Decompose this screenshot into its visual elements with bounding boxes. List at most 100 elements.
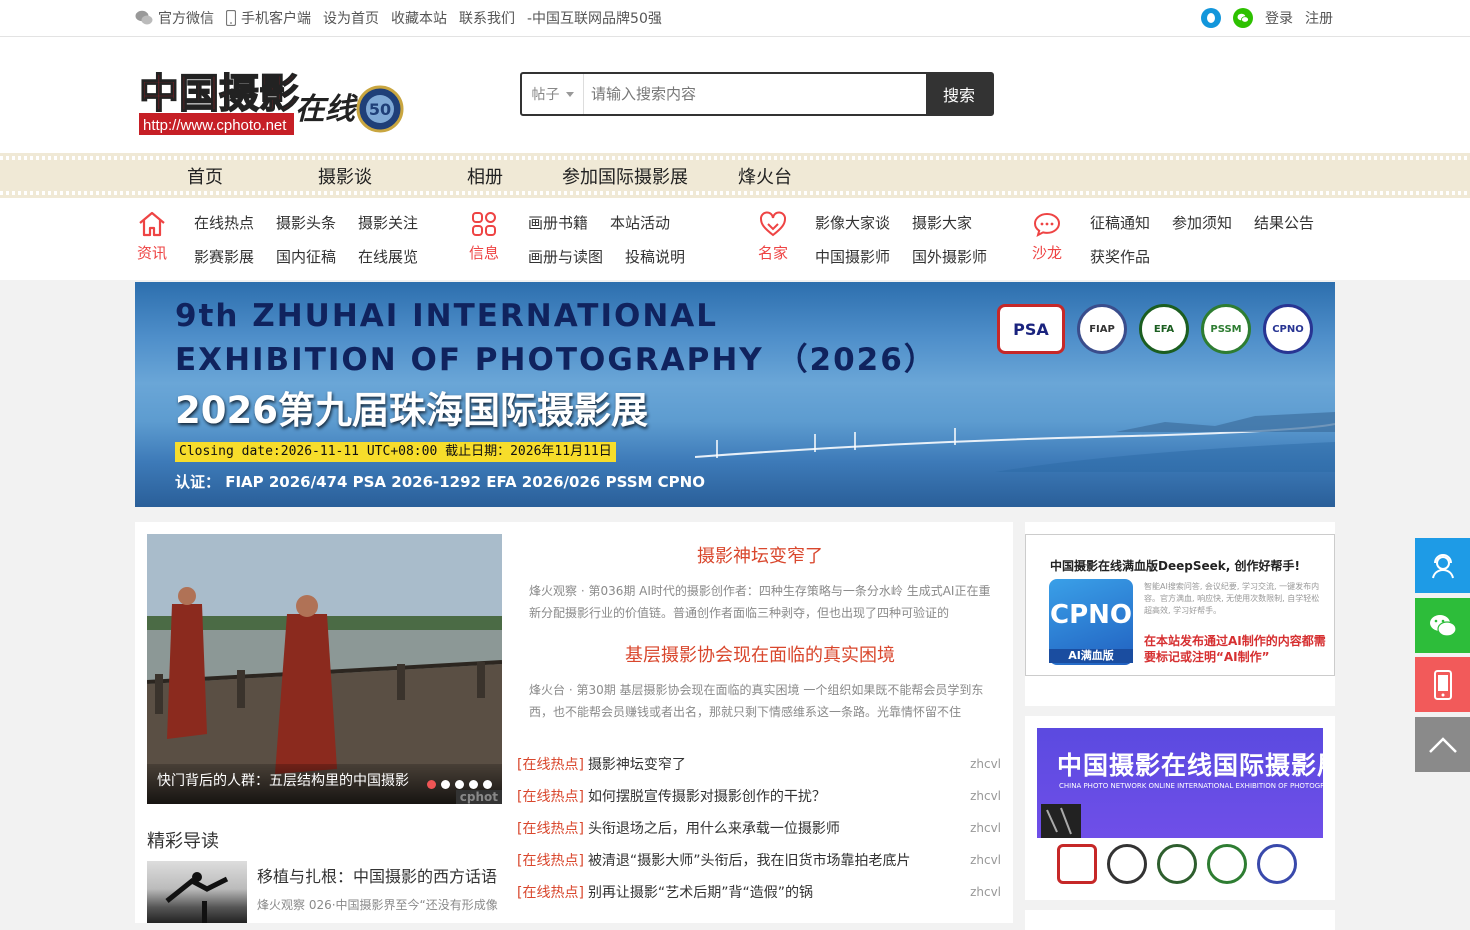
mobile-icon — [1433, 669, 1452, 700]
category-link[interactable]: 投稿说明 — [625, 246, 685, 267]
float-mobile-button[interactable] — [1415, 657, 1470, 712]
category-link[interactable]: 摄影关注 — [358, 212, 418, 233]
category-info-button[interactable]: 信息 — [467, 210, 501, 263]
brand-link[interactable]: -中国互联网品牌50强 — [527, 8, 662, 28]
register-link[interactable]: 注册 — [1305, 8, 1333, 28]
category-link[interactable]: 国内征稿 — [276, 246, 336, 267]
list-item-tag[interactable]: [在线热点] — [517, 882, 584, 902]
category-link[interactable]: 中国摄影师 — [815, 246, 890, 267]
category-link[interactable]: 画册书籍 — [528, 212, 588, 233]
contact-link[interactable]: 联系我们 — [459, 8, 515, 28]
slideshow-dots — [427, 780, 492, 789]
category-link[interactable]: 本站活动 — [610, 212, 670, 233]
search-button[interactable]: 搜索 — [926, 74, 992, 114]
slide-dot[interactable] — [441, 780, 450, 789]
nav-item-beacon[interactable]: 烽火台 — [738, 163, 792, 189]
search-input[interactable] — [584, 74, 926, 114]
slide-dot[interactable] — [455, 780, 464, 789]
site-logo[interactable]: 中国摄影 在线 http://www.cphoto.net 50 — [137, 70, 405, 141]
list-item-tag[interactable]: [在线热点] — [517, 818, 584, 838]
list-item-title[interactable]: 摄影神坛变窄了 — [588, 754, 686, 774]
list-item-title[interactable]: 如何摆脱宣传摄影对摄影创作的干扰？ — [588, 786, 826, 806]
mobile-client-label[interactable]: 手机客户端 — [241, 8, 311, 28]
exhibition-banner[interactable]: 9th ZHUHAI INTERNATIONAL EXHIBITION OF P… — [135, 282, 1335, 507]
list-item[interactable]: [在线热点] 如何摆脱宣传摄影对摄影创作的干扰？ zhcvl — [517, 780, 1003, 812]
category-link[interactable]: 国外摄影师 — [912, 246, 987, 267]
headline-title[interactable]: 基层摄影协会现在面临的真实困境 — [517, 641, 1003, 667]
nav-item-intl-exhibition[interactable]: 参加国际摄影展 — [562, 163, 688, 189]
headline-desc: 烽火观察 · 第036期 AI时代的摄影创作者：四种生存策略与一条分水岭 生成式… — [529, 584, 991, 620]
ad2-seals — [1057, 844, 1297, 884]
slide-dot[interactable] — [469, 780, 478, 789]
main-content: 快门背后的人群：五层结构里的中国摄影 cphot 摄影神坛变窄了 烽火观察 · … — [135, 522, 1013, 923]
wechat-icon — [1429, 614, 1457, 637]
category-link[interactable]: 画册与读图 — [528, 246, 603, 267]
list-item[interactable]: [在线热点] 摄影神坛变窄了 zhcvl — [517, 748, 1003, 780]
list-item[interactable]: [在线热点] 被清退“摄影大师”头衔后，我在旧货市场靠拍老底片 zhcvl — [517, 844, 1003, 876]
list-item-title[interactable]: 被清退“摄影大师”头衔后，我在旧货市场靠拍老底片 — [588, 850, 911, 870]
list-item-tag[interactable]: [在线热点] — [517, 754, 584, 774]
slide-dot[interactable] — [483, 780, 492, 789]
header: 中国摄影 在线 http://www.cphoto.net 50 帖子 搜索 — [0, 37, 1470, 153]
logo-url: http://www.cphoto.net — [143, 117, 287, 134]
ad-notice: 在本站发布通过AI制作的内容都需要标记或注明“AI制作” — [1144, 634, 1326, 664]
mobile-client-link[interactable]: 手机客户端 — [226, 8, 311, 28]
search-scope-select[interactable]: 帖子 — [522, 74, 584, 114]
nav-item-talk[interactable]: 摄影谈 — [318, 163, 372, 189]
psa-seal-icon: PSA — [997, 304, 1065, 354]
nav-item-home[interactable]: 首页 — [187, 163, 223, 189]
cpno-seal-icon — [1257, 844, 1297, 884]
category-link[interactable]: 在线展览 — [358, 246, 418, 267]
pssm-seal-icon — [1207, 844, 1247, 884]
list-item[interactable]: [在线热点] 别再让摄影“艺术后期”背“造假”的锅 zhcvl — [517, 876, 1003, 908]
featured-slideshow[interactable]: 快门背后的人群：五层结构里的中国摄影 cphot — [147, 534, 502, 804]
nav-item-album[interactable]: 相册 — [467, 163, 503, 189]
list-item-title[interactable]: 别再让摄影“艺术后期”背“造假”的锅 — [588, 882, 813, 902]
bridge-illustration — [695, 412, 1335, 472]
guide-title[interactable]: 移植与扎根：中国摄影的西方话语 — [257, 863, 497, 887]
category-link[interactable]: 摄影头条 — [276, 212, 336, 233]
headline-2: 基层摄影协会现在面临的真实困境 烽火台 · 第30期 基层摄影协会现在面临的真实… — [517, 641, 1003, 723]
category-link[interactable]: 参加须知 — [1172, 212, 1232, 233]
category-link[interactable]: 在线热点 — [194, 212, 254, 233]
headline-title[interactable]: 摄影神坛变窄了 — [517, 542, 1003, 568]
headline-1: 摄影神坛变窄了 烽火观察 · 第036期 AI时代的摄影创作者：四种生存策略与一… — [517, 542, 1003, 624]
sidebar-panel — [1025, 910, 1335, 930]
slide-dot[interactable] — [427, 780, 436, 789]
banner-seals: PSA FIAP EFA PSSM CPNO — [997, 304, 1313, 354]
list-item[interactable]: [在线热点] 头衔退场之后，用什么来承载一位摄影师 zhcvl — [517, 812, 1003, 844]
official-wechat-link[interactable]: 官方微信 — [135, 8, 214, 28]
guide-thumbnail[interactable] — [147, 861, 247, 923]
intl-exhibition-ad[interactable]: 中国摄影在线国际摄影展 CHINA PHOTO NETWORK ONLINE I… — [1037, 728, 1323, 888]
float-wechat-button[interactable] — [1415, 598, 1470, 653]
category-link[interactable]: 征稿通知 — [1090, 212, 1150, 233]
set-home-link[interactable]: 设为首页 — [323, 8, 379, 28]
qq-login-icon[interactable] — [1201, 8, 1221, 28]
sidebar-ad-deepseek: 中国摄影在线满血版DeepSeek, 创作好帮手! CPNO AI满血版 智能AI… — [1025, 522, 1335, 706]
ad-headline: 中国摄影在线满血版DeepSeek, 创作好帮手! — [1050, 559, 1300, 573]
grid-icon — [472, 212, 496, 236]
login-link[interactable]: 登录 — [1265, 8, 1293, 28]
category-link[interactable]: 获奖作品 — [1090, 246, 1150, 267]
search-box: 帖子 搜索 — [520, 72, 994, 116]
category-salon-button[interactable]: 沙龙 — [1030, 210, 1064, 263]
list-item-tag[interactable]: [在线热点] — [517, 850, 584, 870]
category-news-label: 资讯 — [136, 244, 167, 262]
category-link[interactable]: 结果公告 — [1254, 212, 1314, 233]
category-masters-button[interactable]: 名家 — [756, 210, 790, 263]
float-customer-service-button[interactable] — [1415, 538, 1470, 593]
deepseek-ad[interactable]: 中国摄影在线满血版DeepSeek, 创作好帮手! CPNO AI满血版 智能AI… — [1025, 534, 1335, 676]
category-link[interactable]: 影赛影展 — [194, 246, 254, 267]
list-item-author: zhcvl — [970, 885, 1001, 899]
list-item-title[interactable]: 头衔退场之后，用什么来承载一位摄影师 — [588, 818, 840, 838]
category-link[interactable]: 影像大家谈 — [815, 212, 890, 233]
bookmark-link[interactable]: 收藏本站 — [391, 8, 447, 28]
official-wechat-label[interactable]: 官方微信 — [158, 8, 214, 28]
cpno-logo-sub: AI满血版 — [1049, 649, 1133, 663]
category-link[interactable]: 摄影大家 — [912, 212, 972, 233]
float-back-to-top-button[interactable] — [1415, 717, 1470, 772]
list-item-author: zhcvl — [970, 757, 1001, 771]
wechat-login-icon[interactable] — [1233, 8, 1253, 28]
category-news-button[interactable]: 资讯 — [135, 210, 169, 263]
list-item-tag[interactable]: [在线热点] — [517, 786, 584, 806]
